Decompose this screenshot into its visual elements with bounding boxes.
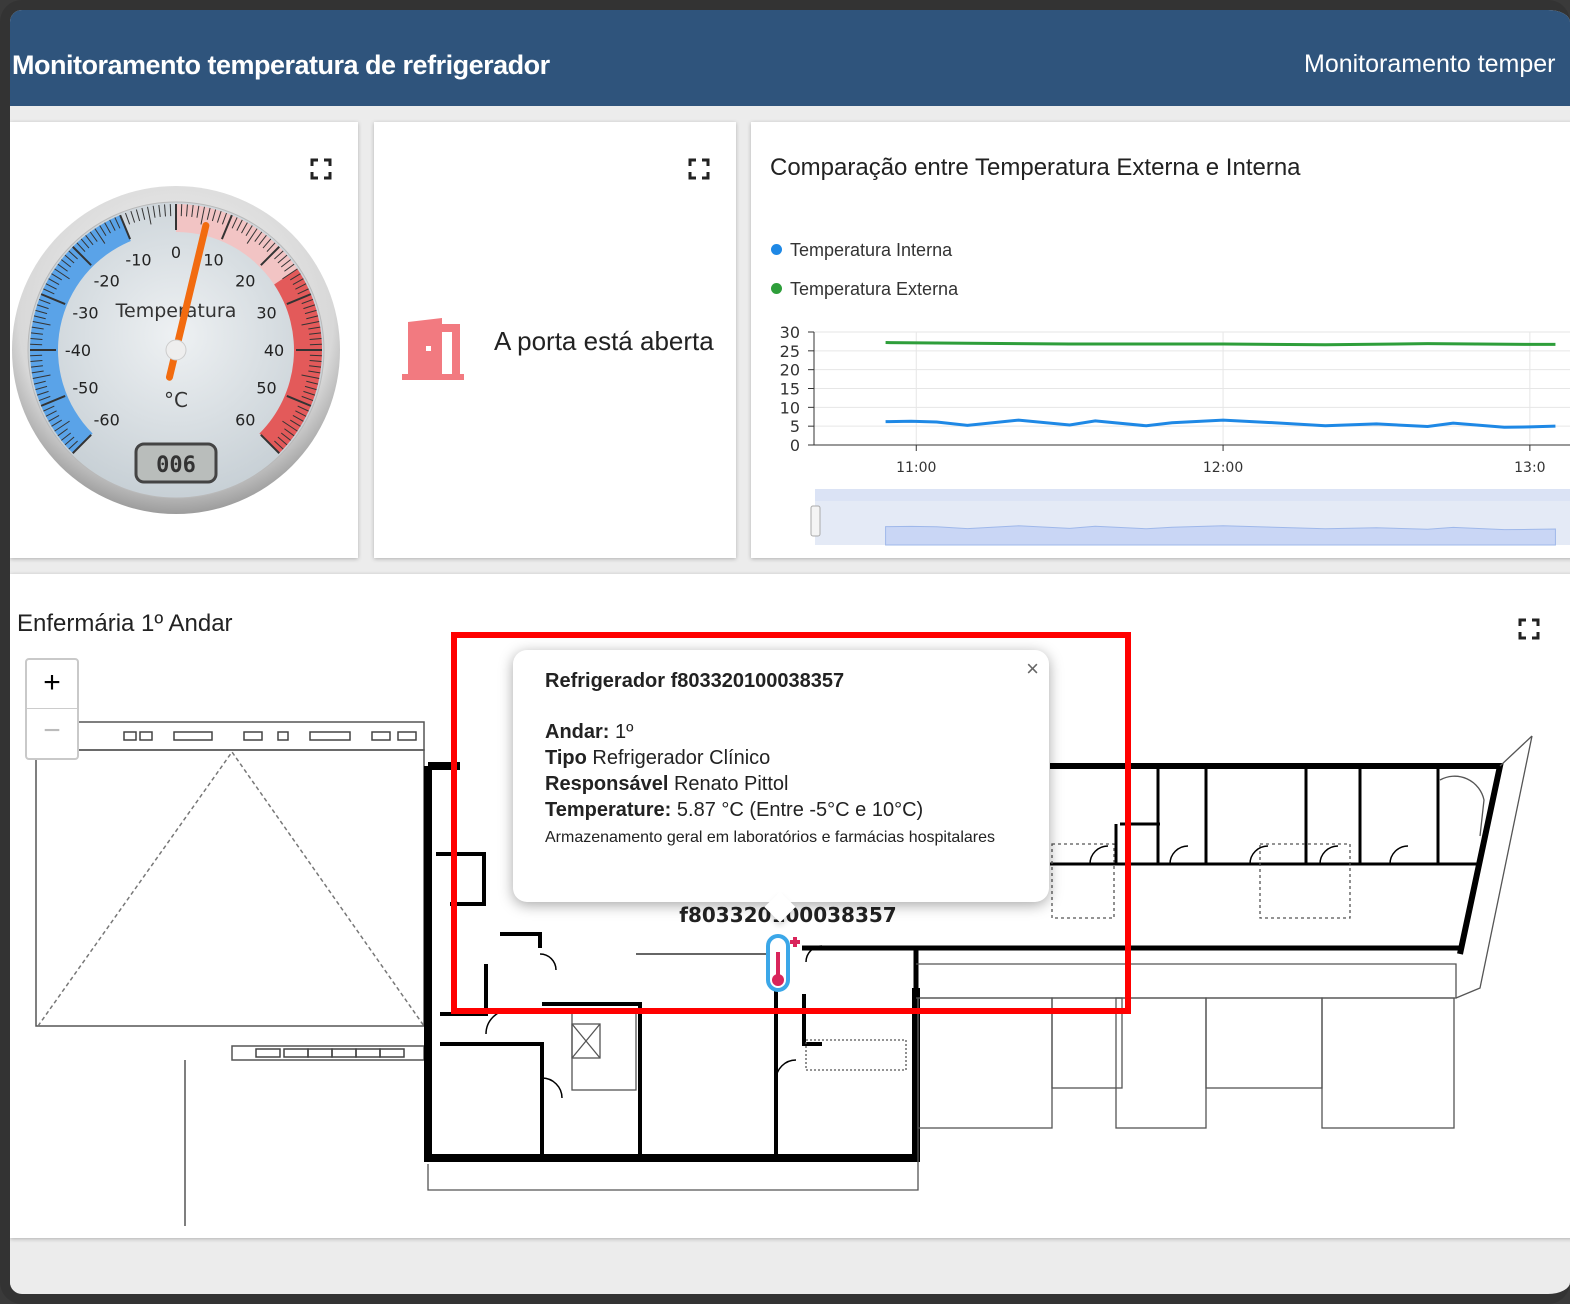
y-tick-label: 10 [780, 398, 800, 417]
gauge-hub [165, 339, 187, 361]
gauge-unit: °C [164, 388, 188, 412]
gauge-tick-label: 30 [256, 303, 276, 322]
gauge-tick-label: 10 [203, 250, 223, 269]
app-frame: Monitoramento temperatura de refrigerado… [0, 0, 1570, 1304]
gauge-tick-label: 0 [171, 243, 181, 262]
gauge-tick-label: 20 [235, 272, 255, 291]
gauge-tick-label: -20 [94, 272, 120, 291]
y-tick-label: 5 [790, 417, 800, 436]
zoom-out-button[interactable]: − [27, 709, 77, 757]
gauge-tick-label: -30 [72, 303, 98, 322]
x-tick-label: 13:0 [1514, 460, 1545, 476]
dashboard-title-right: Monitoramento temper [1304, 50, 1556, 78]
temperature-gauge: -60 -50 -40 -30 -20 -10 0 10 2030 40 5060 Temperat… [12, 186, 340, 514]
dashboard-title: Monitoramento temperatura de refrigerado… [12, 50, 550, 80]
y-tick-label: 25 [780, 342, 800, 361]
gauge-label: Temperatura [115, 300, 237, 322]
y-tick-label: 15 [780, 380, 800, 399]
navigator-scrollbar[interactable] [815, 489, 1570, 501]
navigator-series [885, 525, 1556, 546]
x-tick-label: 11:00 [896, 460, 936, 476]
gauge-tick-label: -40 [65, 341, 91, 360]
gauge-tick-label: -50 [72, 379, 98, 398]
gauge-lcd-value: 006 [156, 453, 196, 478]
top-bar: Monitoramento temperatura de refrigerado… [10, 10, 1570, 106]
y-tick-label: 30 [780, 323, 800, 342]
series-line-externa [885, 341, 1556, 347]
zoom-in-button[interactable]: + [27, 660, 77, 709]
fullscreen-icon[interactable] [688, 158, 710, 180]
navigator-handle[interactable] [810, 505, 821, 537]
door-open-icon [402, 318, 464, 380]
gauge-tick-label: 60 [235, 410, 255, 429]
y-tick-label: 0 [790, 436, 800, 455]
map-card: Enfermária 1º Andar f803320100038357 + −… [10, 574, 1570, 1238]
door-status-text: A porta está aberta [494, 326, 714, 356]
gauge-tick-label: -10 [125, 250, 151, 269]
chart-card: Comparação entre Temperatura Externa e I… [751, 122, 1570, 558]
gauge-tick-label: 40 [264, 341, 284, 360]
gauge-card: -60 -50 -40 -30 -20 -10 0 10 20 30 40 50 60 Temperat… [10, 122, 358, 558]
door-card: A porta está aberta [374, 122, 736, 558]
zoom-control: + − [25, 658, 79, 760]
gauge-tick-label: -60 [94, 410, 120, 429]
temperature-line-chart: 302520151050 11:00 12:00 13:0 [780, 323, 1570, 546]
x-tick-label: 12:00 [1203, 460, 1243, 476]
gauge-tick-label: 50 [256, 379, 276, 398]
highlight-box [451, 632, 1131, 1014]
bottom-strip [10, 1250, 1570, 1290]
y-tick-label: 20 [780, 361, 800, 380]
chart-navigator[interactable] [810, 489, 1570, 546]
